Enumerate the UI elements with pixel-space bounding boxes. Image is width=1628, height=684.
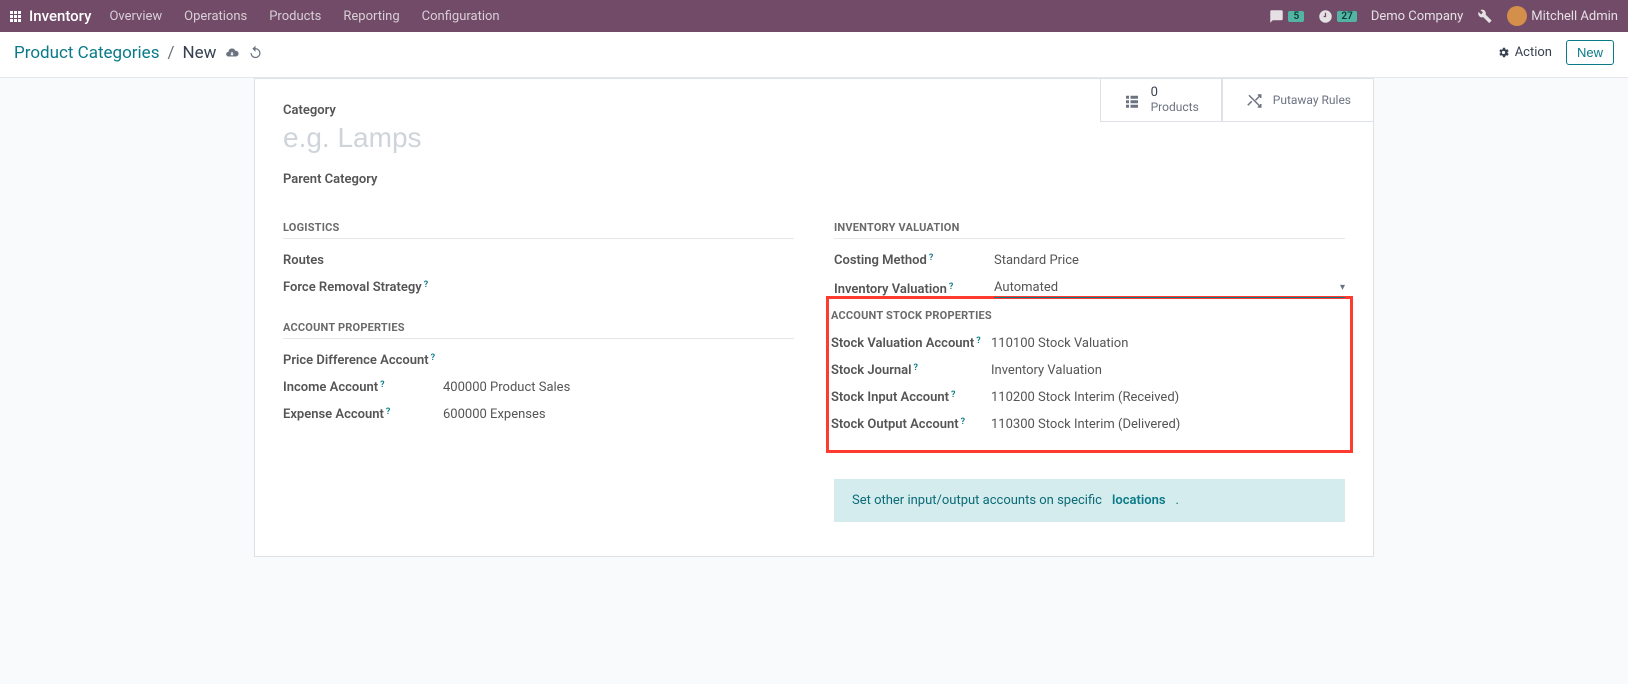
help-icon[interactable]: ?	[961, 417, 965, 427]
info-text: Set other input/output accounts on speci…	[852, 493, 1102, 508]
action-label: Action	[1515, 45, 1552, 60]
costing-label: Costing Method	[834, 253, 927, 268]
stat-products-count: 0	[1151, 86, 1199, 100]
info-dot: .	[1176, 493, 1179, 508]
invval-select[interactable]: Automated ▾	[994, 280, 1345, 298]
apps-icon	[10, 11, 21, 22]
income-value[interactable]: 400000 Product Sales	[443, 380, 794, 395]
activities-button[interactable]: 27	[1318, 9, 1356, 24]
user-name: Mitchell Admin	[1531, 9, 1618, 24]
expense-value[interactable]: 600000 Expenses	[443, 407, 794, 422]
section-inventory-valuation: Inventory Valuation	[834, 221, 1345, 239]
valuation-acct-value[interactable]: 110100 Stock Valuation	[991, 336, 1348, 351]
top-navbar: Inventory Overview Operations Products R…	[0, 0, 1628, 32]
help-icon[interactable]: ?	[929, 253, 933, 263]
tools-button[interactable]	[1477, 8, 1493, 24]
journal-value[interactable]: Inventory Valuation	[991, 363, 1348, 378]
journal-label: Stock Journal	[831, 363, 912, 378]
form-sheet: 0 Products Putaway Rules Category Parent…	[254, 78, 1374, 557]
clock-icon	[1318, 9, 1333, 24]
section-logistics: Logistics	[283, 221, 794, 239]
section-stock-props: Account Stock Properties	[831, 309, 1348, 326]
help-icon[interactable]: ?	[431, 353, 435, 363]
help-icon[interactable]: ?	[976, 336, 980, 346]
removal-label: Force Removal Strategy	[283, 280, 422, 295]
app-brand[interactable]: Inventory	[10, 7, 91, 25]
breadcrumb-sep: /	[167, 43, 174, 63]
company-switcher[interactable]: Demo Company	[1371, 9, 1463, 24]
nav-operations[interactable]: Operations	[180, 9, 251, 24]
info-banner: Set other input/output accounts on speci…	[834, 479, 1345, 522]
valuation-acct-label: Stock Valuation Account	[831, 336, 974, 351]
help-icon[interactable]: ?	[914, 363, 918, 373]
control-bar: Product Categories / New Action New	[0, 32, 1628, 78]
action-dropdown[interactable]: Action	[1497, 45, 1552, 60]
parent-category-label: Parent Category	[283, 172, 1345, 187]
discard-button[interactable]	[248, 45, 263, 61]
stat-products-label: Products	[1151, 101, 1199, 114]
messages-button[interactable]: 5	[1269, 9, 1304, 24]
breadcrumb: Product Categories / New	[14, 43, 263, 63]
help-icon[interactable]: ?	[949, 282, 953, 292]
breadcrumb-root[interactable]: Product Categories	[14, 43, 159, 63]
nav-configuration[interactable]: Configuration	[418, 9, 504, 24]
input-acct-value[interactable]: 110200 Stock Interim (Received)	[991, 390, 1348, 405]
gear-icon	[1497, 46, 1510, 59]
routes-label: Routes	[283, 253, 443, 268]
nav-overview[interactable]: Overview	[105, 9, 166, 24]
costing-value[interactable]: Standard Price	[994, 253, 1345, 268]
price-diff-label: Price Difference Account	[283, 353, 429, 368]
avatar	[1507, 6, 1527, 26]
invval-label: Inventory Valuation	[834, 282, 947, 297]
output-acct-label: Stock Output Account	[831, 417, 959, 432]
input-acct-label: Stock Input Account	[831, 390, 949, 405]
new-button[interactable]: New	[1566, 40, 1614, 65]
highlight-box: Account Stock Properties Stock Valuation…	[826, 296, 1353, 453]
income-label: Income Account	[283, 380, 378, 395]
shuffle-icon	[1245, 90, 1263, 111]
wrench-icon	[1477, 8, 1493, 24]
caret-down-icon: ▾	[1340, 282, 1345, 293]
locations-link[interactable]: locations	[1112, 493, 1166, 508]
list-icon	[1123, 90, 1141, 111]
user-menu[interactable]: Mitchell Admin	[1507, 6, 1618, 26]
app-title: Inventory	[29, 7, 91, 25]
nav-reporting[interactable]: Reporting	[339, 9, 403, 24]
stat-putaway-label: Putaway Rules	[1273, 93, 1351, 107]
stat-putaway-button[interactable]: Putaway Rules	[1222, 78, 1374, 122]
nav-products[interactable]: Products	[265, 9, 325, 24]
save-cloud-button[interactable]	[224, 45, 240, 61]
help-icon[interactable]: ?	[951, 390, 955, 400]
expense-label: Expense Account	[283, 407, 384, 422]
help-icon[interactable]: ?	[380, 380, 384, 390]
activities-badge: 27	[1337, 11, 1356, 22]
section-account-props: Account Properties	[283, 321, 794, 339]
breadcrumb-current: New	[182, 43, 216, 63]
messages-badge: 5	[1288, 11, 1304, 22]
undo-icon	[248, 45, 263, 60]
chat-icon	[1269, 9, 1284, 24]
invval-value: Automated	[994, 280, 1058, 295]
help-icon[interactable]: ?	[386, 407, 390, 417]
stat-products-button[interactable]: 0 Products	[1100, 78, 1222, 122]
cloud-icon	[224, 46, 240, 60]
output-acct-value[interactable]: 110300 Stock Interim (Delivered)	[991, 417, 1348, 432]
help-icon[interactable]: ?	[424, 280, 428, 290]
category-input[interactable]	[283, 120, 1345, 162]
